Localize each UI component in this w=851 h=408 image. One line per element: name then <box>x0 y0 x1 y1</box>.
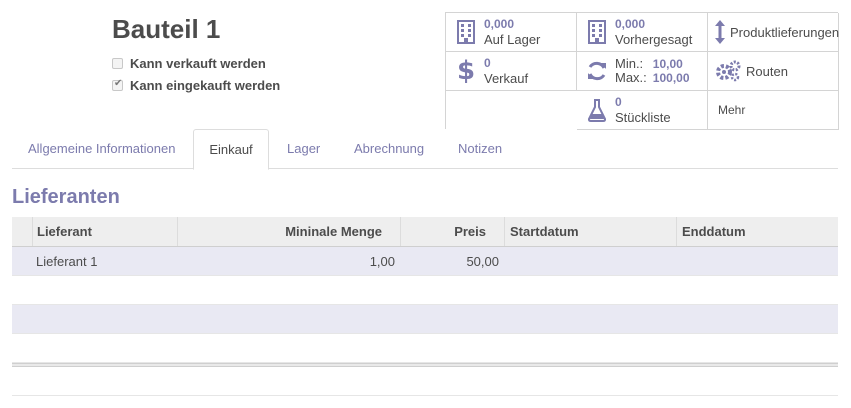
table-row-empty <box>12 276 838 305</box>
column-header-supplier[interactable]: Lieferant <box>37 217 92 246</box>
product-moves-label: Produktlieferungen <box>730 24 840 40</box>
column-header-min-qty[interactable]: Mininale Menge <box>178 217 382 246</box>
on-hand-label: Auf Lager <box>484 32 541 47</box>
tab-general-information[interactable]: Allgemeine Informationen <box>28 129 175 169</box>
tab-accounting[interactable]: Abrechnung <box>354 129 424 169</box>
table-row[interactable]: Lieferant 1 1,00 50,00 <box>12 247 838 276</box>
smart-buttons-box: 0,000 Auf Lager 0,000 Vorhergesagt Produkt… <box>445 12 839 130</box>
reordering-rules-button[interactable]: Min.: 10,00 Max.: 100,00 <box>577 52 708 91</box>
up-down-arrow-icon <box>714 19 726 45</box>
forecast-label: Vorhergesagt <box>615 32 693 47</box>
sales-label: Verkauf <box>484 71 529 86</box>
min-qty-cell: 1,00 <box>369 254 395 269</box>
routes-button[interactable]: Routen <box>708 52 839 91</box>
tab-purchase[interactable]: Einkauf <box>193 129 269 170</box>
bom-value: 0 <box>615 95 622 109</box>
forecast-button[interactable]: 0,000 Vorhergesagt <box>577 13 708 52</box>
tab-inventory[interactable]: Lager <box>287 129 320 169</box>
forecast-value: 0,000 <box>615 17 646 31</box>
can-be-purchased-checkbox[interactable] <box>112 78 123 91</box>
building-icon <box>583 20 611 44</box>
max-value: 100,00 <box>652 71 690 85</box>
routes-label: Routen <box>746 63 788 79</box>
supplier-cell: Lieferant 1 <box>36 254 98 269</box>
bom-label: Stückliste <box>615 110 671 125</box>
column-header-price[interactable]: Preis <box>401 217 486 246</box>
on-hand-value: 0,000 <box>484 17 515 31</box>
dollar-icon: $ <box>456 56 476 86</box>
price-cell: 50,00 <box>466 254 499 269</box>
can-be-sold-label: Kann verkauft werden <box>130 56 266 71</box>
table-bottom-spacer <box>12 367 838 396</box>
on-hand-button[interactable]: 0,000 Auf Lager <box>446 13 577 52</box>
can-be-purchased-row: Kann eingekauft werden <box>112 78 280 93</box>
column-header-start-date[interactable]: Startdatum <box>510 217 579 246</box>
flask-icon <box>583 98 611 122</box>
notebook-tabs: Allgemeine Informationen Einkauf Lager A… <box>12 129 838 170</box>
tab-notes[interactable]: Notizen <box>458 129 502 169</box>
more-button[interactable]: Mehr <box>708 91 839 130</box>
can-be-purchased-label: Kann eingekauft werden <box>130 78 281 93</box>
product-moves-button[interactable]: Produktlieferungen <box>708 13 839 52</box>
min-value: 10,00 <box>652 57 683 71</box>
more-label: Mehr <box>718 103 746 117</box>
product-name[interactable]: Bauteil 1 <box>112 14 220 45</box>
min-label: Min.: <box>615 56 644 71</box>
sales-button[interactable]: $ 0 Verkauf <box>446 52 577 91</box>
sales-value: 0 <box>484 56 491 70</box>
max-label: Max.: <box>615 70 647 85</box>
building-icon <box>452 20 480 44</box>
gears-icon <box>714 60 742 82</box>
bom-button[interactable]: 0 Stückliste <box>577 91 708 130</box>
can-be-sold-row: Kann verkauft werden <box>112 56 266 71</box>
column-header-end-date[interactable]: Enddatum <box>682 217 746 246</box>
table-row-empty <box>12 334 838 363</box>
table-row-empty <box>12 305 838 334</box>
section-title: Lieferanten <box>12 186 120 208</box>
table-header: Lieferant Mininale Menge Preis Startdatu… <box>12 217 838 247</box>
can-be-sold-checkbox[interactable] <box>112 58 123 69</box>
refresh-icon <box>583 60 611 82</box>
suppliers-table: Lieferant Mininale Menge Preis Startdatu… <box>12 217 838 396</box>
